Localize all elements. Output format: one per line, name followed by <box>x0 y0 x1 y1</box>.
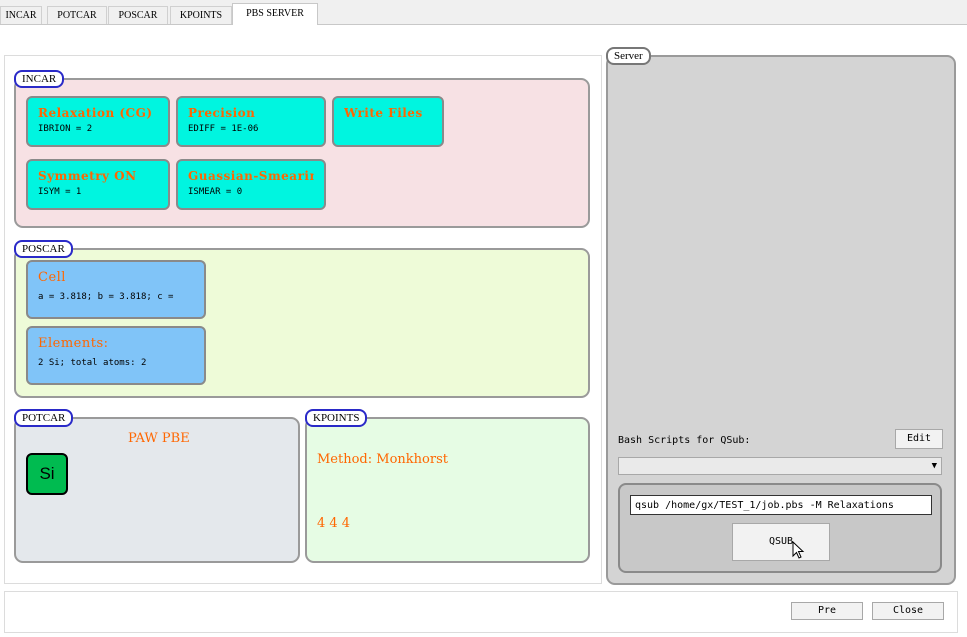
incar-group: INCAR Relaxation (CG) IBRION = 2 Precisi… <box>14 70 590 228</box>
relaxation-card-value: IBRION = 2 <box>38 124 93 134</box>
tab-kpoints[interactable]: KPOINTS <box>170 6 232 24</box>
elements-card[interactable]: Elements: 2 Si; total atoms: 2 <box>26 326 206 385</box>
elements-card-title: Elements: <box>38 336 109 351</box>
vasp-input-panel: INCAR Relaxation (CG) IBRION = 2 Precisi… <box>4 55 602 584</box>
mouse-cursor-icon <box>792 541 805 559</box>
potcar-group: POTCAR PAW PBE Si <box>14 409 300 563</box>
dropdown-arrow-icon: ▼ <box>931 461 937 471</box>
edit-button[interactable]: Edit <box>895 429 943 449</box>
bash-scripts-label: Bash Scripts for QSub: <box>618 435 751 446</box>
potcar-group-title: POTCAR <box>14 409 74 427</box>
kpoints-method-label: Method: Monkhorst <box>317 452 448 467</box>
server-panel: Server Bash Scripts for QSub: Edit ▼ QSU… <box>606 47 956 585</box>
qsub-command-input[interactable] <box>630 495 932 515</box>
tab-pbs-server[interactable]: PBS SERVER <box>232 3 318 25</box>
qsub-button[interactable]: QSUB <box>732 523 830 561</box>
smearing-card-title: Guassian-Smearin <box>188 169 314 183</box>
pre-button[interactable]: Pre <box>791 602 863 620</box>
server-group-title: Server <box>606 47 651 65</box>
relaxation-card-title: Relaxation (CG) <box>38 106 153 120</box>
poscar-group: POSCAR Cell a = 3.818; b = 3.818; c = El… <box>14 240 590 398</box>
tab-potcar[interactable]: POTCAR <box>47 6 107 24</box>
element-si-button[interactable]: Si <box>26 453 68 495</box>
precision-card-value: EDIFF = 1E-06 <box>188 124 259 134</box>
footer-bar: Pre Close <box>4 591 958 633</box>
symmetry-card-value: ISYM = 1 <box>38 187 82 197</box>
incar-group-title: INCAR <box>14 70 65 88</box>
symmetry-card-title: Symmetry ON <box>38 169 137 183</box>
bash-script-select[interactable]: ▼ <box>618 457 942 475</box>
qsub-box: QSUB <box>618 483 942 573</box>
kpoints-group-title: KPOINTS <box>305 409 368 427</box>
precision-card[interactable]: Precision EDIFF = 1E-06 <box>176 96 326 147</box>
symmetry-card[interactable]: Symmetry ON ISYM = 1 <box>26 159 170 210</box>
elements-card-value: 2 Si; total atoms: 2 <box>38 358 147 368</box>
smearing-card[interactable]: Guassian-Smearin ISMEAR = 0 <box>176 159 326 210</box>
poscar-group-title: POSCAR <box>14 240 73 258</box>
precision-card-title: Precision <box>188 106 256 120</box>
relaxation-card[interactable]: Relaxation (CG) IBRION = 2 <box>26 96 170 147</box>
tab-bar: INCAR POTCAR POSCAR KPOINTS PBS SERVER <box>0 0 967 25</box>
tab-content: INCAR Relaxation (CG) IBRION = 2 Precisi… <box>0 25 967 637</box>
tab-incar[interactable]: INCAR <box>0 6 42 24</box>
cell-card-title: Cell <box>38 270 66 285</box>
tab-poscar[interactable]: POSCAR <box>108 6 168 24</box>
write-files-card-title: Write Files <box>344 106 423 120</box>
write-files-card[interactable]: Write Files <box>332 96 444 147</box>
kpoints-grid-label: 4 4 4 <box>317 516 351 531</box>
potcar-functional-label: PAW PBE <box>128 431 190 446</box>
cell-card-value: a = 3.818; b = 3.818; c = <box>38 292 174 302</box>
kpoints-group: KPOINTS Method: Monkhorst 4 4 4 <box>305 409 590 563</box>
close-button[interactable]: Close <box>872 602 944 620</box>
smearing-card-value: ISMEAR = 0 <box>188 187 243 197</box>
cell-card[interactable]: Cell a = 3.818; b = 3.818; c = <box>26 260 206 319</box>
